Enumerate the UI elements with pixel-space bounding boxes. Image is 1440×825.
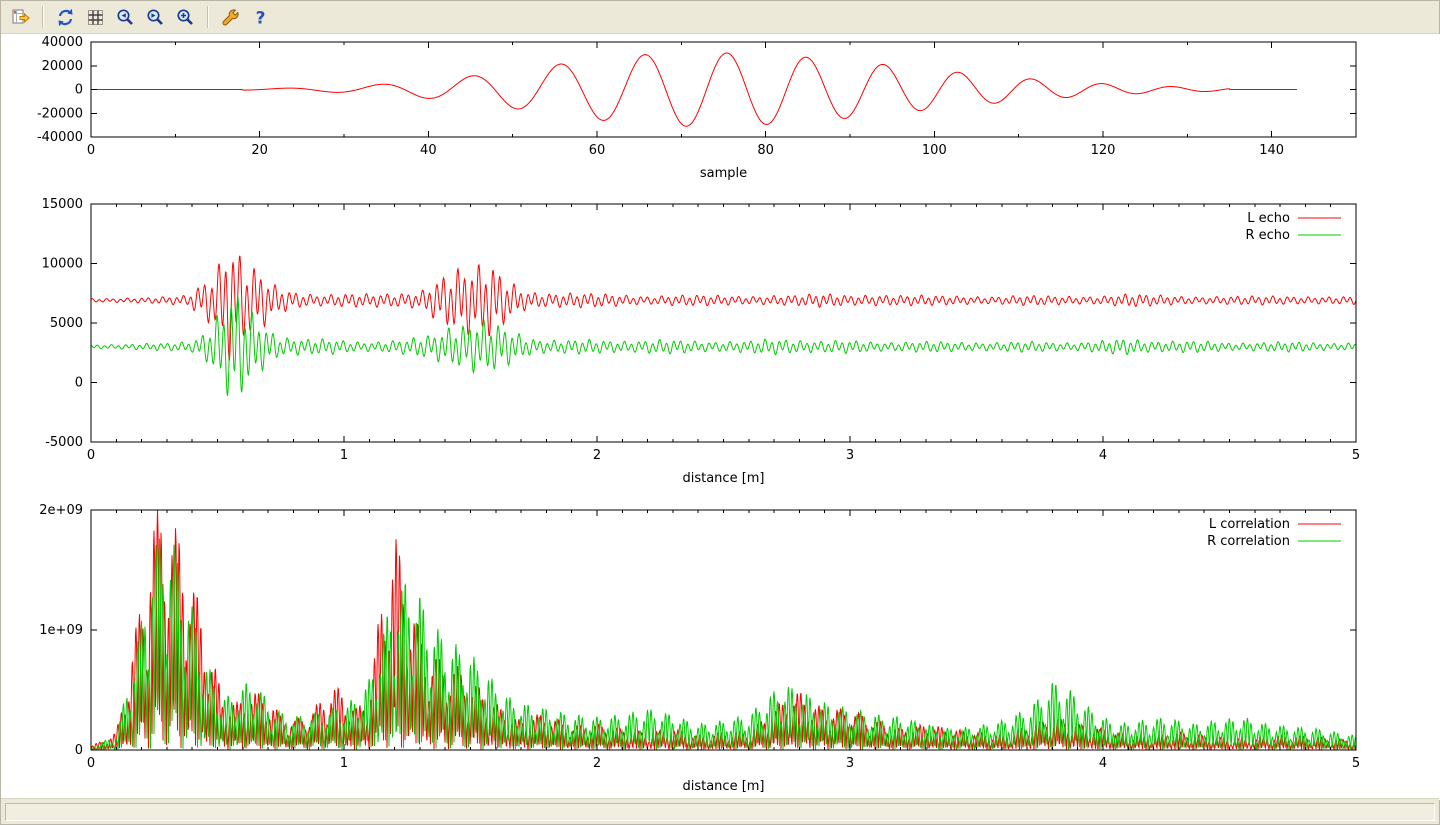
x-tick-label: 3 — [846, 756, 854, 771]
y-tick-label: 0 — [75, 83, 83, 98]
legend-label: L correlation — [1209, 517, 1290, 532]
zoom-next-button[interactable] — [142, 4, 169, 31]
wrench-icon — [220, 7, 241, 28]
copy-to-clipboard-icon — [10, 7, 31, 28]
series-signal-line — [91, 53, 1297, 126]
zoom-next-icon — [145, 7, 166, 28]
grid-icon — [85, 7, 106, 28]
autoscale-button[interactable] — [172, 4, 199, 31]
status-text — [5, 803, 1435, 821]
y-tick-label: -5000 — [45, 435, 83, 450]
toolbar-separator — [207, 6, 209, 28]
y-tick-label: -40000 — [37, 130, 83, 145]
toolbar-separator — [42, 6, 44, 28]
tick-marks — [91, 510, 1356, 750]
tick-marks — [91, 204, 1356, 442]
x-tick-label: 60 — [589, 143, 606, 158]
zoom-previous-icon — [115, 7, 136, 28]
plot-border — [91, 510, 1356, 750]
x-tick-label: 0 — [87, 143, 95, 158]
x-tick-label: 1 — [340, 756, 348, 771]
correlation-chart[interactable]: 0 1 2 3 4 5 0 1e+09 2e+09 distance [m] L correlati… — [1, 493, 1440, 800]
autoscale-zoom-icon — [175, 7, 196, 28]
y-tick-label: 2e+09 — [39, 503, 83, 518]
y-tick-label: 20000 — [42, 59, 83, 74]
x-tick-label: 140 — [1259, 143, 1284, 158]
x-tick-label: 2 — [593, 756, 601, 771]
y-tick-label: 1e+09 — [39, 623, 83, 638]
series-l-correlation-line — [91, 509, 1356, 750]
x-axis-label: sample — [700, 166, 747, 181]
y-tick-label: 10000 — [42, 257, 83, 272]
help-question-icon: ? — [250, 7, 271, 28]
x-tick-label: 0 — [87, 756, 95, 771]
y-tick-label: 40000 — [42, 35, 83, 50]
x-tick-label: 5 — [1352, 448, 1360, 463]
x-tick-label: 100 — [922, 143, 947, 158]
status-bar — [1, 798, 1439, 824]
plot-series-group — [91, 256, 1356, 396]
plot-series-group — [91, 53, 1297, 126]
zoom-previous-button[interactable] — [112, 4, 139, 31]
x-axis-label: distance [m] — [682, 471, 764, 486]
plot-series-group — [91, 509, 1356, 750]
tick-marks — [91, 42, 1356, 137]
y-tick-label: 15000 — [42, 197, 83, 212]
y-tick-label: -20000 — [37, 106, 83, 121]
replot-button[interactable] — [52, 4, 79, 31]
series-r-echo-line — [91, 297, 1356, 396]
plot-border — [91, 204, 1356, 442]
x-tick-label: 80 — [757, 143, 774, 158]
svg-text:?: ? — [256, 8, 266, 28]
toolbar: ? — [1, 1, 1439, 34]
echo-chart[interactable]: 0 1 2 3 4 5 -5000 0 5000 10000 15000 distance [m] L … — [1, 187, 1440, 493]
y-tick-label: 0 — [75, 743, 83, 758]
x-tick-label: 1 — [340, 448, 348, 463]
x-tick-label: 0 — [87, 448, 95, 463]
x-tick-label: 40 — [420, 143, 437, 158]
legend-label: L echo — [1247, 211, 1290, 226]
x-axis-label: distance [m] — [682, 779, 764, 794]
gnuplot-window: ? 020406080100120140-40000-2000002000040… — [0, 0, 1440, 825]
replot-refresh-icon — [55, 7, 76, 28]
x-tick-label: 20 — [251, 143, 268, 158]
plot-canvas: 020406080100120140-40000-200000200004000… — [1, 34, 1440, 800]
toggle-grid-button[interactable] — [82, 4, 109, 31]
legend-label: R echo — [1245, 228, 1290, 243]
x-tick-label: 4 — [1099, 756, 1107, 771]
copy-to-clipboard-button[interactable] — [7, 4, 34, 31]
signal-waveform-chart[interactable]: 0 20 40 60 80 100 120 140 -40000 -20000 0 20000 4000… — [1, 34, 1440, 187]
x-tick-label: 120 — [1091, 143, 1116, 158]
x-tick-label: 5 — [1352, 756, 1360, 771]
x-tick-label: 4 — [1099, 448, 1107, 463]
x-tick-label: 3 — [846, 448, 854, 463]
y-tick-label: 0 — [75, 376, 83, 391]
legend-label: R correlation — [1207, 534, 1290, 549]
x-tick-label: 2 — [593, 448, 601, 463]
plot-border — [91, 42, 1356, 137]
configure-button[interactable] — [217, 4, 244, 31]
y-tick-label: 5000 — [50, 316, 83, 331]
help-button[interactable]: ? — [247, 4, 274, 31]
